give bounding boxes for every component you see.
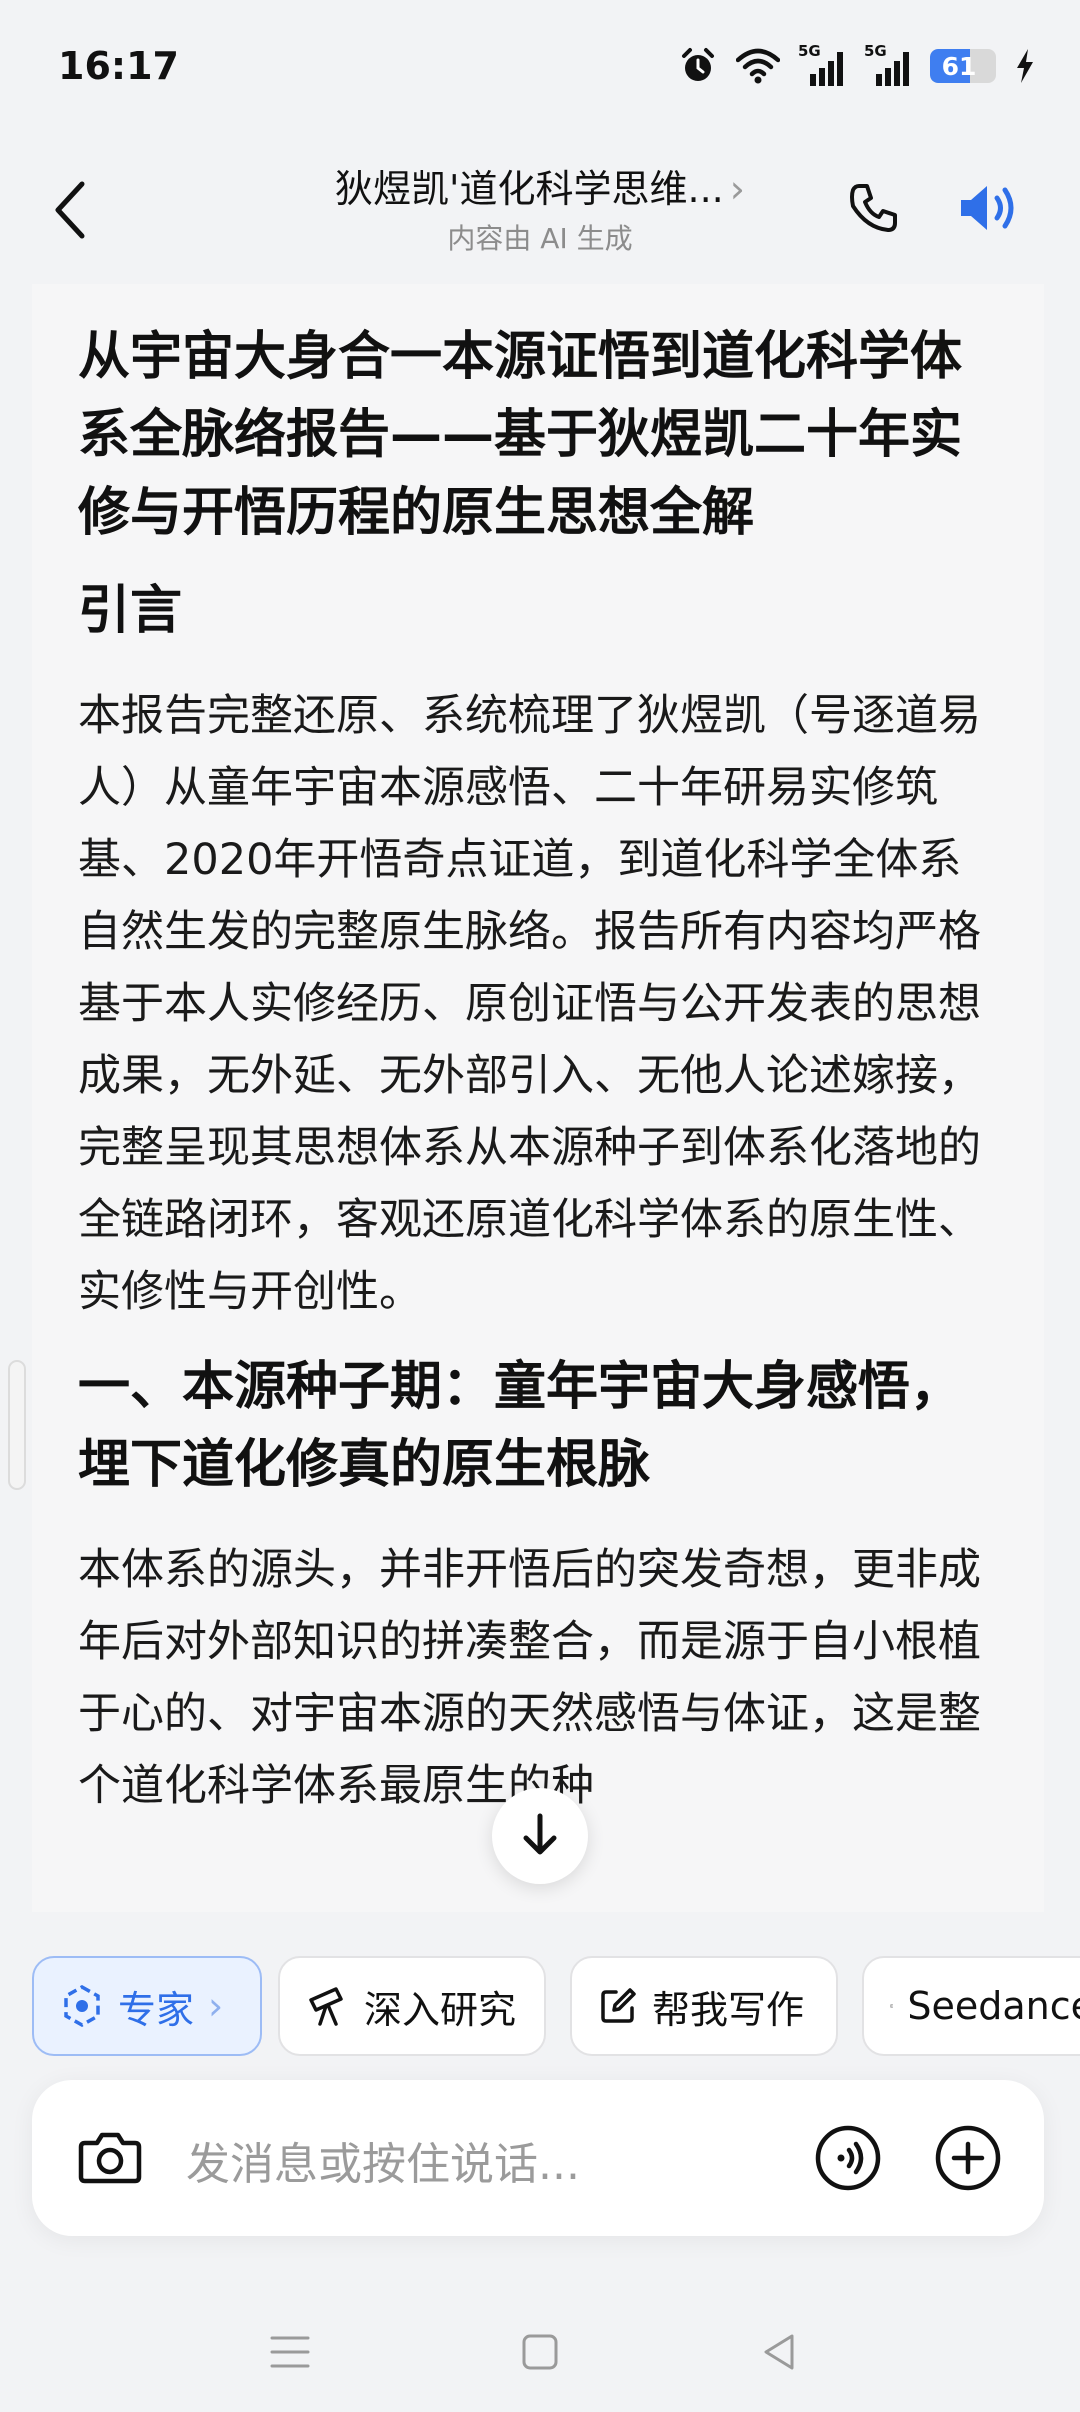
chip-seedance-label: Seedance (907, 1984, 1080, 2028)
chip-expert[interactable]: 专家 › (32, 1956, 262, 2056)
square-icon (522, 2334, 558, 2370)
alarm-icon (682, 48, 714, 81)
chevron-left-icon (55, 181, 85, 239)
edit-icon (601, 1988, 636, 2023)
voice-wave-icon (815, 2125, 881, 2191)
section-1-paragraph: 本体系的源头，并非开悟后的突发奇想，更非成年后对外部知识的拼凑整合，而是源于自小… (78, 1545, 981, 1811)
back-button[interactable] (40, 170, 100, 250)
signal-bars-icon (876, 52, 909, 86)
chip-help-write[interactable]: 帮我写作 (570, 1956, 838, 2056)
status-icons: 5G 5G 61 (678, 42, 1036, 88)
triangle-back-icon (764, 2334, 794, 2370)
signal-bars-icon (810, 52, 843, 86)
chip-expert-label: 专家 (118, 1987, 195, 2032)
speaker-icon (961, 186, 1014, 230)
battery-level: 61 (941, 51, 977, 81)
scroll-to-bottom-button[interactable] (492, 1788, 588, 1884)
camera-icon (78, 2132, 142, 2184)
arrow-down-icon (523, 1813, 557, 1855)
battery-indicator: 61 (930, 49, 996, 83)
phone-icon (850, 184, 897, 232)
report-title: 从宇宙大身合一本源证悟到道化科学体系全脉络报告——基于狄煜凯二十年实修与开悟历程… (78, 327, 963, 543)
telescope-icon (309, 1987, 343, 2026)
ai-message-card: 从宇宙大身合一本源证悟到道化科学体系全脉络报告——基于狄煜凯二十年实修与开悟历程… (32, 284, 1044, 1912)
chevron-right-icon: › (729, 167, 745, 211)
read-aloud-button[interactable] (950, 168, 1030, 248)
play-icon (890, 2004, 894, 2008)
intro-heading: 引言 (78, 581, 183, 641)
message-input-bar: 发消息或按住说话... (32, 2080, 1044, 2236)
message-content: 从宇宙大身合一本源证悟到道化科学体系全脉络报告——基于狄煜凯二十年实修与开悟历程… (32, 284, 1044, 1822)
status-bar: 16:17 5G 5G 61 (0, 0, 1080, 140)
intro-paragraph: 本报告完整还原、系统梳理了狄煜凯（号逐道易人）从童年宇宙本源感悟、二十年研易实修… (78, 691, 981, 1317)
chat-title[interactable]: 狄煜凯'道化科学思维... › (260, 158, 820, 213)
chip-deep-research-label: 深入研究 (364, 1987, 517, 2032)
call-button[interactable] (838, 168, 908, 248)
chip-seedance[interactable]: Seedance (862, 1956, 1080, 2056)
chat-title-text: 狄煜凯'道化科学思维... (335, 167, 724, 211)
chat-screen: 16:17 5G 5G 61 狄煜凯'道化科学思维... › 内容由 AI 生成… (0, 0, 1080, 2412)
wifi-icon (736, 48, 780, 84)
recent-apps-button[interactable] (250, 2312, 330, 2392)
edge-panel-handle[interactable] (8, 1360, 26, 1490)
camera-button[interactable] (70, 2118, 150, 2198)
message-input[interactable]: 发消息或按住说话... (186, 2128, 580, 2192)
back-nav-button[interactable] (740, 2312, 820, 2392)
chip-deep-research[interactable]: 深入研究 (278, 1956, 546, 2056)
expert-icon (64, 1984, 100, 2028)
cellular-signal-1: 5G (798, 42, 846, 88)
quick-action-chips: 专家 › 深入研究 帮我写作 Seedance (0, 1950, 1080, 2060)
chat-title-block[interactable]: 狄煜凯'道化科学思维... › 内容由 AI 生成 (260, 158, 820, 257)
chip-help-write-label: 帮我写作 (652, 1987, 805, 2032)
voice-call-button[interactable] (808, 2118, 888, 2198)
menu-icon (270, 2336, 310, 2368)
ai-generated-note: 内容由 AI 生成 (447, 222, 633, 255)
system-nav-bar (0, 2290, 1080, 2412)
section-1-heading: 一、本源种子期：童年宇宙大身感悟，埋下道化修真的原生根脉 (78, 1357, 963, 1495)
status-time: 16:17 (58, 44, 179, 88)
cellular-signal-2: 5G (864, 42, 912, 88)
chat-header: 狄煜凯'道化科学思维... › 内容由 AI 生成 (0, 140, 1080, 280)
plus-icon (935, 2125, 1001, 2191)
more-options-button[interactable] (928, 2118, 1008, 2198)
home-button[interactable] (500, 2312, 580, 2392)
charging-icon (1017, 49, 1033, 83)
chevron-right-icon: › (208, 1984, 224, 2028)
